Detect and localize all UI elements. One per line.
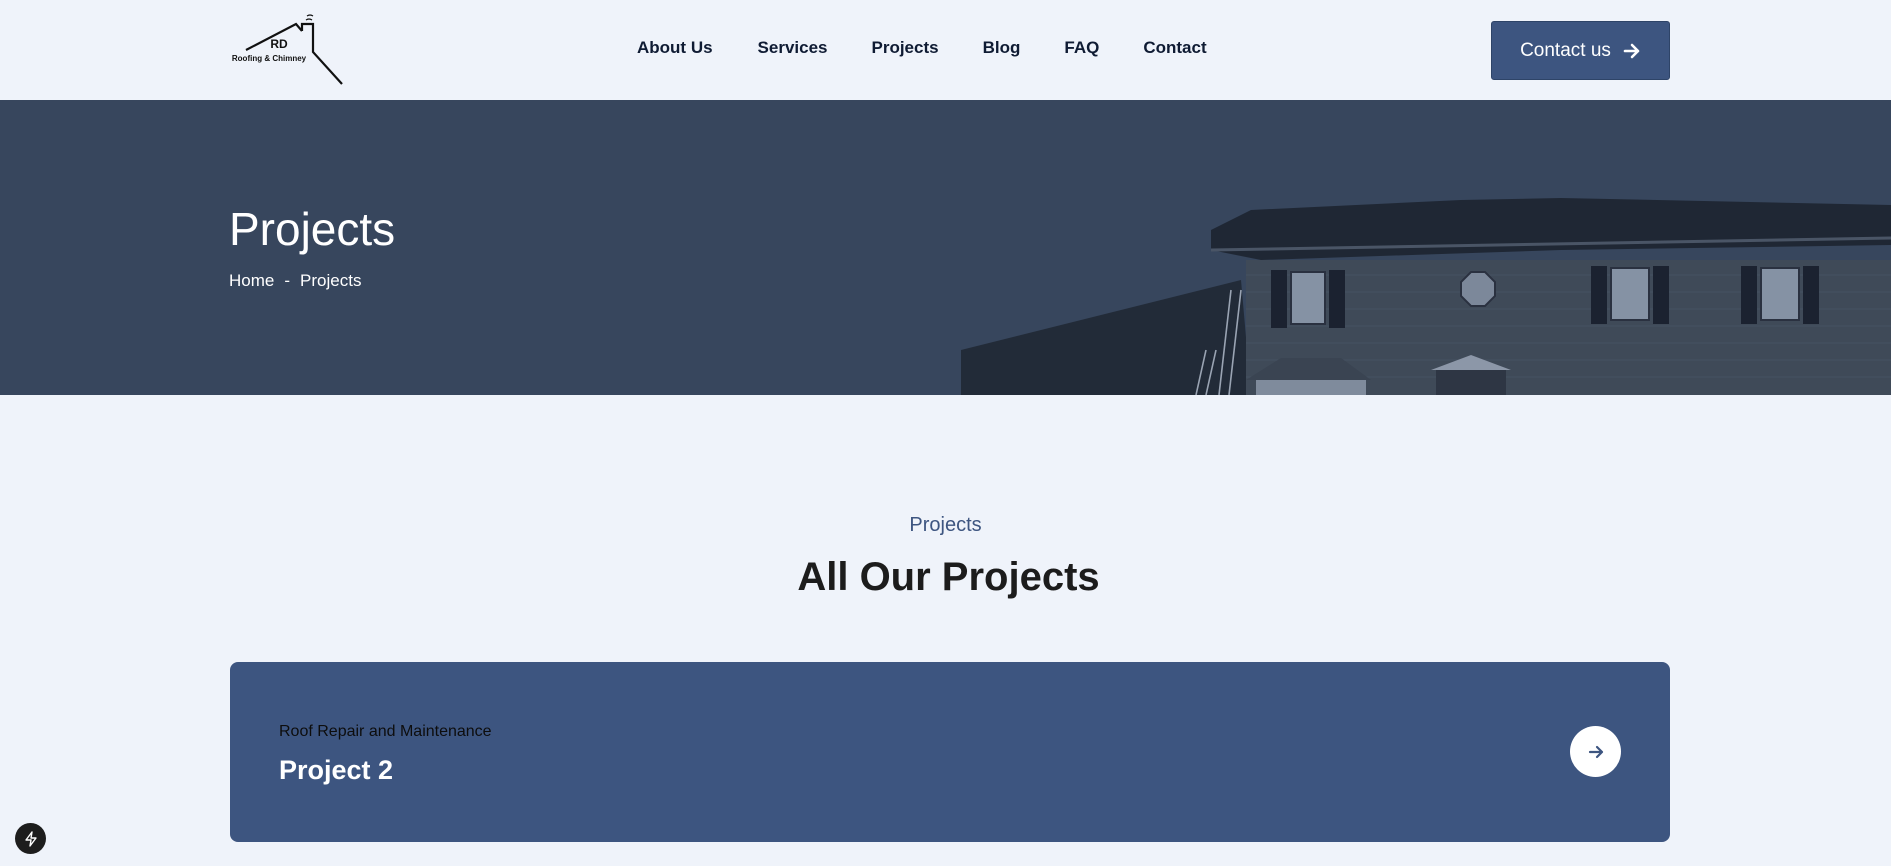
lightning-icon (24, 830, 37, 847)
nav-item-about-us[interactable]: About Us (637, 38, 713, 58)
section-title: All Our Projects (797, 555, 1100, 599)
nav-item-projects[interactable]: Projects (872, 38, 939, 58)
breadcrumb: Home - Projects (229, 271, 361, 291)
logo-subtitle: Roofing & Chimney (232, 54, 307, 63)
nav-item-blog[interactable]: Blog (983, 38, 1021, 58)
floating-widget-button[interactable] (15, 823, 46, 854)
breadcrumb-separator: - (284, 271, 291, 290)
nav-item-services[interactable]: Services (758, 38, 828, 58)
nav-item-faq[interactable]: FAQ (1064, 38, 1099, 58)
breadcrumb-current: Projects (300, 271, 362, 290)
page-hero: Projects Home - Projects (0, 100, 1891, 395)
logo-roof-icon: RD Roofing & Chimney (232, 14, 343, 85)
section-eyebrow: Projects (909, 514, 982, 536)
site-logo[interactable]: RD Roofing & Chimney (229, 14, 344, 86)
arrow-right-icon (1623, 42, 1641, 60)
contact-us-button[interactable]: Contact us (1491, 21, 1670, 80)
house-photo (961, 198, 1891, 395)
project-card[interactable]: Roof Repair and Maintenance Project 2 (230, 662, 1670, 842)
site-header: RD Roofing & Chimney About Us Services P… (0, 0, 1891, 100)
project-open-button[interactable] (1570, 726, 1621, 777)
breadcrumb-home-link[interactable]: Home (229, 271, 274, 291)
nav-item-contact[interactable]: Contact (1143, 38, 1206, 58)
arrow-right-icon (1588, 745, 1603, 758)
main-nav: About Us Services Projects Blog FAQ Cont… (637, 38, 1207, 58)
project-category: Roof Repair and Maintenance (279, 723, 492, 740)
contact-us-label: Contact us (1520, 39, 1611, 61)
logo-initials: RD (270, 37, 288, 51)
page-title: Projects (229, 203, 396, 255)
project-title: Project 2 (279, 755, 394, 785)
